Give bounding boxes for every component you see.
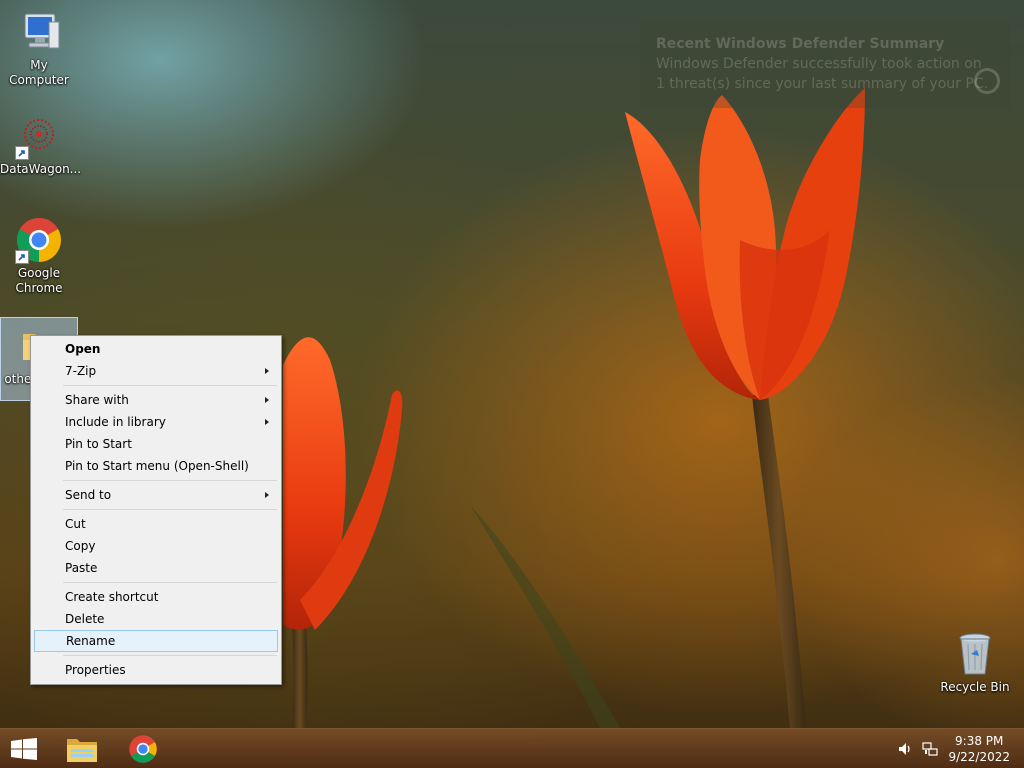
defender-notification[interactable]: Recent Windows Defender Summary Windows … [640, 22, 1010, 108]
menu-item-cut[interactable]: Cut [33, 513, 279, 535]
context-menu[interactable]: Open 7-Zip Share with Include in library Pin… [30, 335, 282, 685]
speaker-icon[interactable] [897, 741, 913, 761]
windows-logo-icon [11, 738, 37, 760]
menu-separator [63, 385, 277, 386]
taskbar[interactable]: 9:38 PM 9/22/2022 [0, 728, 1024, 768]
taskbar-chrome[interactable] [120, 729, 168, 768]
menu-separator [63, 509, 277, 510]
menu-separator [63, 480, 277, 481]
menu-separator [63, 655, 277, 656]
notification-body: Windows Defender successfully took actio… [656, 56, 989, 92]
menu-item-delete[interactable]: Delete [33, 608, 279, 630]
file-explorer-icon [67, 739, 97, 762]
menu-item-label: Share with [65, 393, 129, 407]
menu-separator [63, 582, 277, 583]
menu-item-paste[interactable]: Paste [33, 557, 279, 579]
menu-item-label: Pin to Start menu (Open-Shell) [65, 459, 249, 473]
shortcut-arrow-icon [15, 250, 29, 264]
menu-item-label: Properties [65, 663, 126, 677]
menu-item-7-zip[interactable]: 7-Zip [33, 360, 279, 382]
submenu-arrow-icon [265, 368, 269, 374]
menu-item-open[interactable]: Open [33, 338, 279, 360]
submenu-arrow-icon [265, 397, 269, 403]
menu-item-rename[interactable]: Rename [34, 630, 278, 652]
desktop-icon-label: Google Chrome [15, 266, 63, 295]
desktop-icon-label: My Computer [9, 58, 69, 87]
menu-item-properties[interactable]: Properties [33, 659, 279, 681]
menu-item-label: Send to [65, 488, 112, 502]
menu-item-label: Pin to Start [65, 437, 132, 451]
defender-icon [974, 68, 1000, 94]
desktop-icon-label: Recycle Bin [940, 680, 1010, 694]
menu-item-label: Paste [65, 561, 98, 575]
desktop-icon-google-chrome[interactable]: Google Chrome [0, 216, 78, 296]
desktop-icon-label: DataWagon... [0, 162, 82, 176]
menu-item-label: Create shortcut [65, 590, 159, 604]
menu-item-send-to[interactable]: Send to [33, 484, 279, 506]
menu-item-label: Rename [66, 634, 116, 648]
desktop-icon-recycle-bin[interactable]: Recycle Bin [936, 630, 1014, 695]
menu-item-label: Open [65, 342, 101, 356]
submenu-arrow-icon [265, 419, 269, 425]
chrome-icon [15, 216, 63, 264]
shortcut-arrow-icon [15, 146, 29, 160]
menu-item-label: Include in library [65, 415, 166, 429]
submenu-arrow-icon [265, 492, 269, 498]
chrome-icon [129, 735, 157, 763]
desktop-icon-my-computer[interactable]: My Computer [0, 8, 78, 88]
menu-item-create-shortcut[interactable]: Create shortcut [33, 586, 279, 608]
desktop[interactable]: Recent Windows Defender Summary Windows … [0, 0, 1024, 768]
clock-time: 9:38 PM [955, 734, 1004, 748]
menu-item-label: Copy [65, 539, 96, 553]
menu-item-include-in-library[interactable]: Include in library [33, 411, 279, 433]
menu-item-pin-to-start-menu-open-shell[interactable]: Pin to Start menu (Open-Shell) [33, 455, 279, 477]
network-icon[interactable] [922, 741, 938, 761]
clock-date: 9/22/2022 [948, 750, 1010, 764]
my-computer-icon [15, 8, 63, 56]
notification-title: Recent Windows Defender Summary [656, 36, 945, 52]
menu-item-pin-to-start[interactable]: Pin to Start [33, 433, 279, 455]
menu-item-share-with[interactable]: Share with [33, 389, 279, 411]
menu-item-label: Cut [65, 517, 86, 531]
start-button[interactable] [0, 729, 48, 768]
menu-item-label: Delete [65, 612, 105, 626]
taskbar-clock[interactable]: 9:38 PM 9/22/2022 [948, 733, 1010, 765]
datawagon-icon [15, 112, 63, 160]
menu-item-copy[interactable]: Copy [33, 535, 279, 557]
recycle-bin-icon [951, 630, 999, 678]
desktop-icon-datawagon[interactable]: DataWagon... [0, 112, 82, 177]
menu-item-label: 7-Zip [65, 364, 97, 378]
taskbar-file-explorer[interactable] [58, 729, 106, 768]
